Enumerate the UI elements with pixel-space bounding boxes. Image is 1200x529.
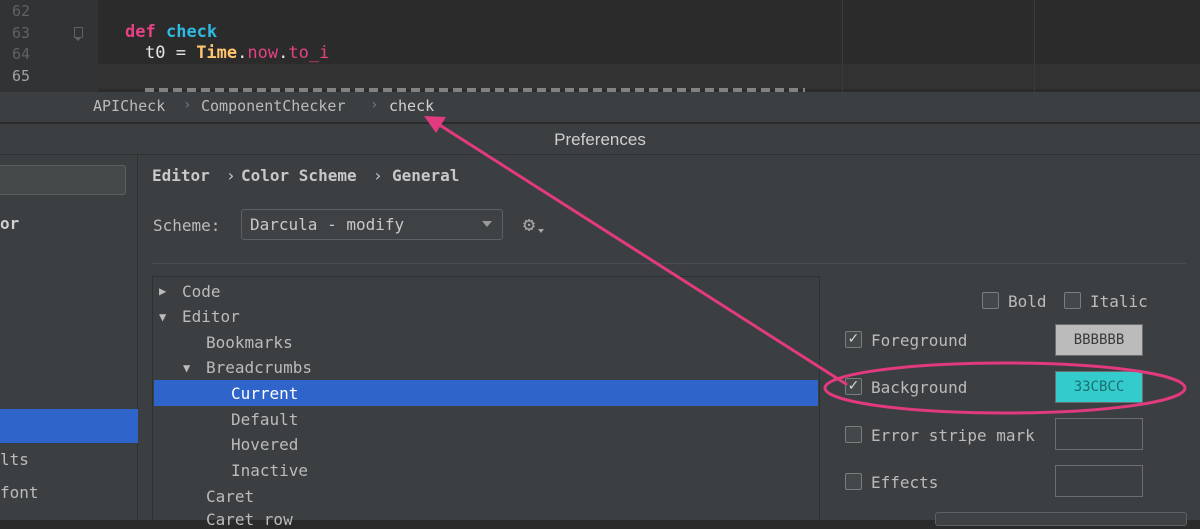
annotation-ellipse: [823, 361, 1187, 415]
annotation-arrow-line: [436, 122, 848, 386]
annotation-overlay: [424, 116, 1187, 415]
annotation-arrowhead-icon: [424, 116, 446, 133]
